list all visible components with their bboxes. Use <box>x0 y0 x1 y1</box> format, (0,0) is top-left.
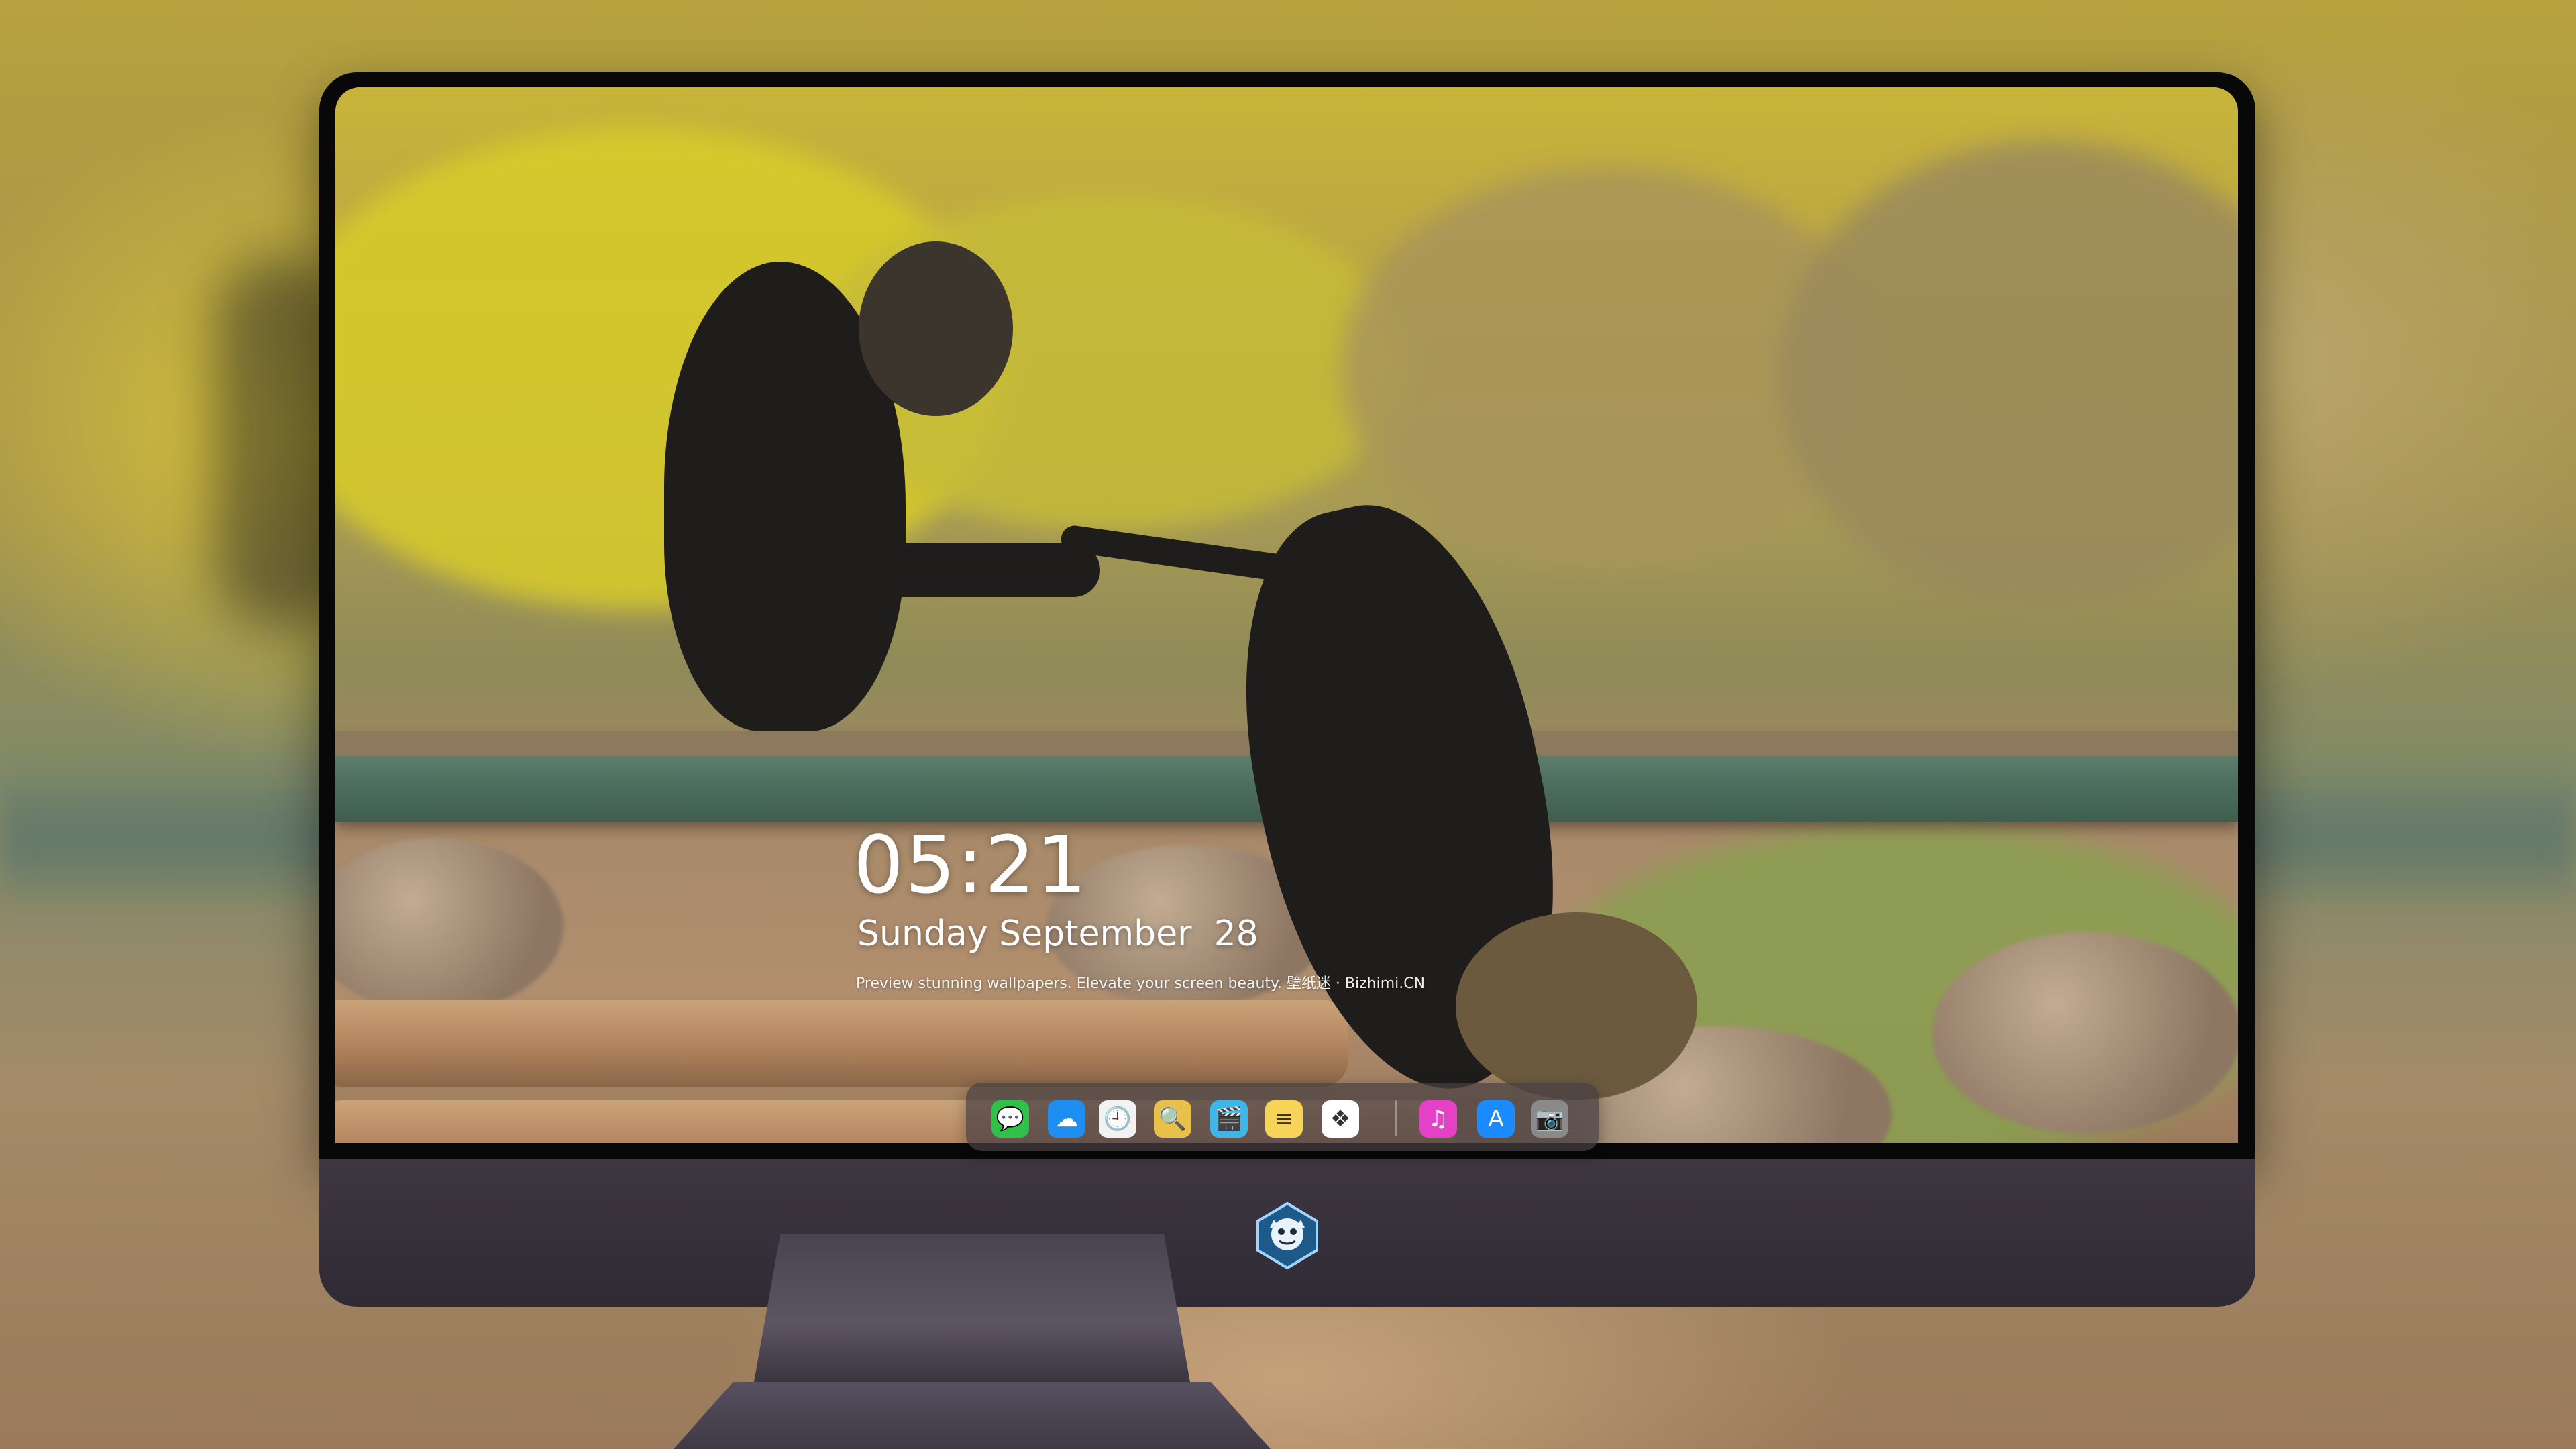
wallpaper-caption: Preview stunning wallpapers. Elevate you… <box>856 975 1426 992</box>
clips-icon[interactable]: 🎬 <box>1210 1100 1248 1138</box>
wallpaper-monkey-head <box>859 241 1013 416</box>
wallpaper-rock <box>335 839 564 1013</box>
wallpaper-foliage <box>1778 141 2238 610</box>
wallpaper-log <box>335 1000 1348 1087</box>
lock-screen[interactable]: 05:21 Sunday September 28 Preview stunni… <box>335 87 2238 1143</box>
lock-screen-time: 05:21 <box>853 818 1089 911</box>
photos-icon[interactable]: ❖ <box>1322 1100 1359 1138</box>
messages-icon[interactable]: 💬 <box>991 1100 1029 1138</box>
preview-icon[interactable]: 🔍 <box>1154 1100 1191 1138</box>
music-icon[interactable]: ♫ <box>1419 1100 1457 1138</box>
wallpaper-rock <box>1932 932 2238 1134</box>
clock-icon[interactable]: 🕘 <box>1099 1100 1136 1138</box>
monitor-stand-base <box>674 1382 1271 1449</box>
dock: 💬 ☁ 🕘 🔍 🎬 ≡ ❖ ♫ A 📷 <box>966 1083 1599 1151</box>
notes-icon[interactable]: ≡ <box>1265 1100 1303 1138</box>
lock-screen-date: Sunday September 28 <box>857 914 1258 954</box>
wallpaper-monkey-arm <box>845 543 1100 597</box>
monitor-bezel: 05:21 Sunday September 28 Preview stunni… <box>319 72 2255 1159</box>
app-store-icon[interactable]: A <box>1477 1100 1515 1138</box>
dock-separator <box>1395 1100 1397 1136</box>
weather-icon[interactable]: ☁ <box>1048 1100 1085 1138</box>
wallpaper-monkey-mane <box>1456 912 1697 1100</box>
camera-icon[interactable]: 📷 <box>1531 1100 1568 1138</box>
brand-logo-icon <box>1256 1201 1318 1270</box>
monitor-stand-neck <box>754 1234 1190 1382</box>
